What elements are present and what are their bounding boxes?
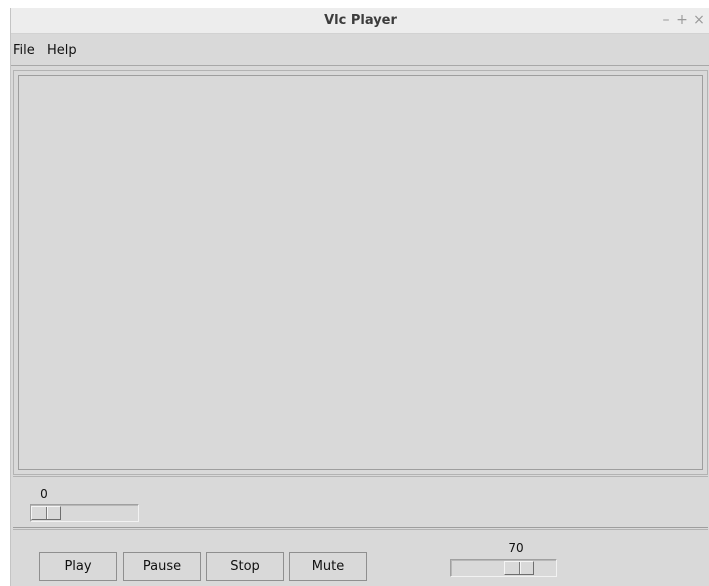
stop-button[interactable]: Stop: [206, 552, 284, 581]
volume-slider[interactable]: [450, 559, 557, 577]
menu-bar: File Help: [11, 35, 709, 66]
pause-button[interactable]: Pause: [123, 552, 201, 581]
minimize-icon[interactable]: –: [658, 11, 674, 29]
maximize-icon[interactable]: +: [674, 11, 690, 29]
video-canvas[interactable]: [18, 75, 703, 470]
seek-slider[interactable]: [30, 504, 139, 522]
volume-value-label: 70: [508, 541, 524, 555]
menu-file[interactable]: File: [13, 43, 35, 58]
menu-help[interactable]: Help: [47, 43, 77, 58]
play-button[interactable]: Play: [39, 552, 117, 581]
seek-panel: 0: [13, 476, 708, 528]
mute-button[interactable]: Mute: [289, 552, 367, 581]
seek-value-label: 0: [40, 487, 48, 501]
title-bar[interactable]: Vlc Player – + ×: [11, 8, 709, 34]
control-panel: Play Pause Stop Mute 70: [13, 529, 708, 586]
vlc-player-window: Vlc Player – + × File Help 0 Play Pause …: [10, 8, 709, 586]
video-panel: [13, 70, 708, 475]
window-title: Vlc Player: [324, 13, 397, 28]
seek-slider-thumb[interactable]: [31, 506, 61, 520]
close-icon[interactable]: ×: [691, 11, 707, 29]
volume-slider-thumb[interactable]: [504, 561, 534, 575]
